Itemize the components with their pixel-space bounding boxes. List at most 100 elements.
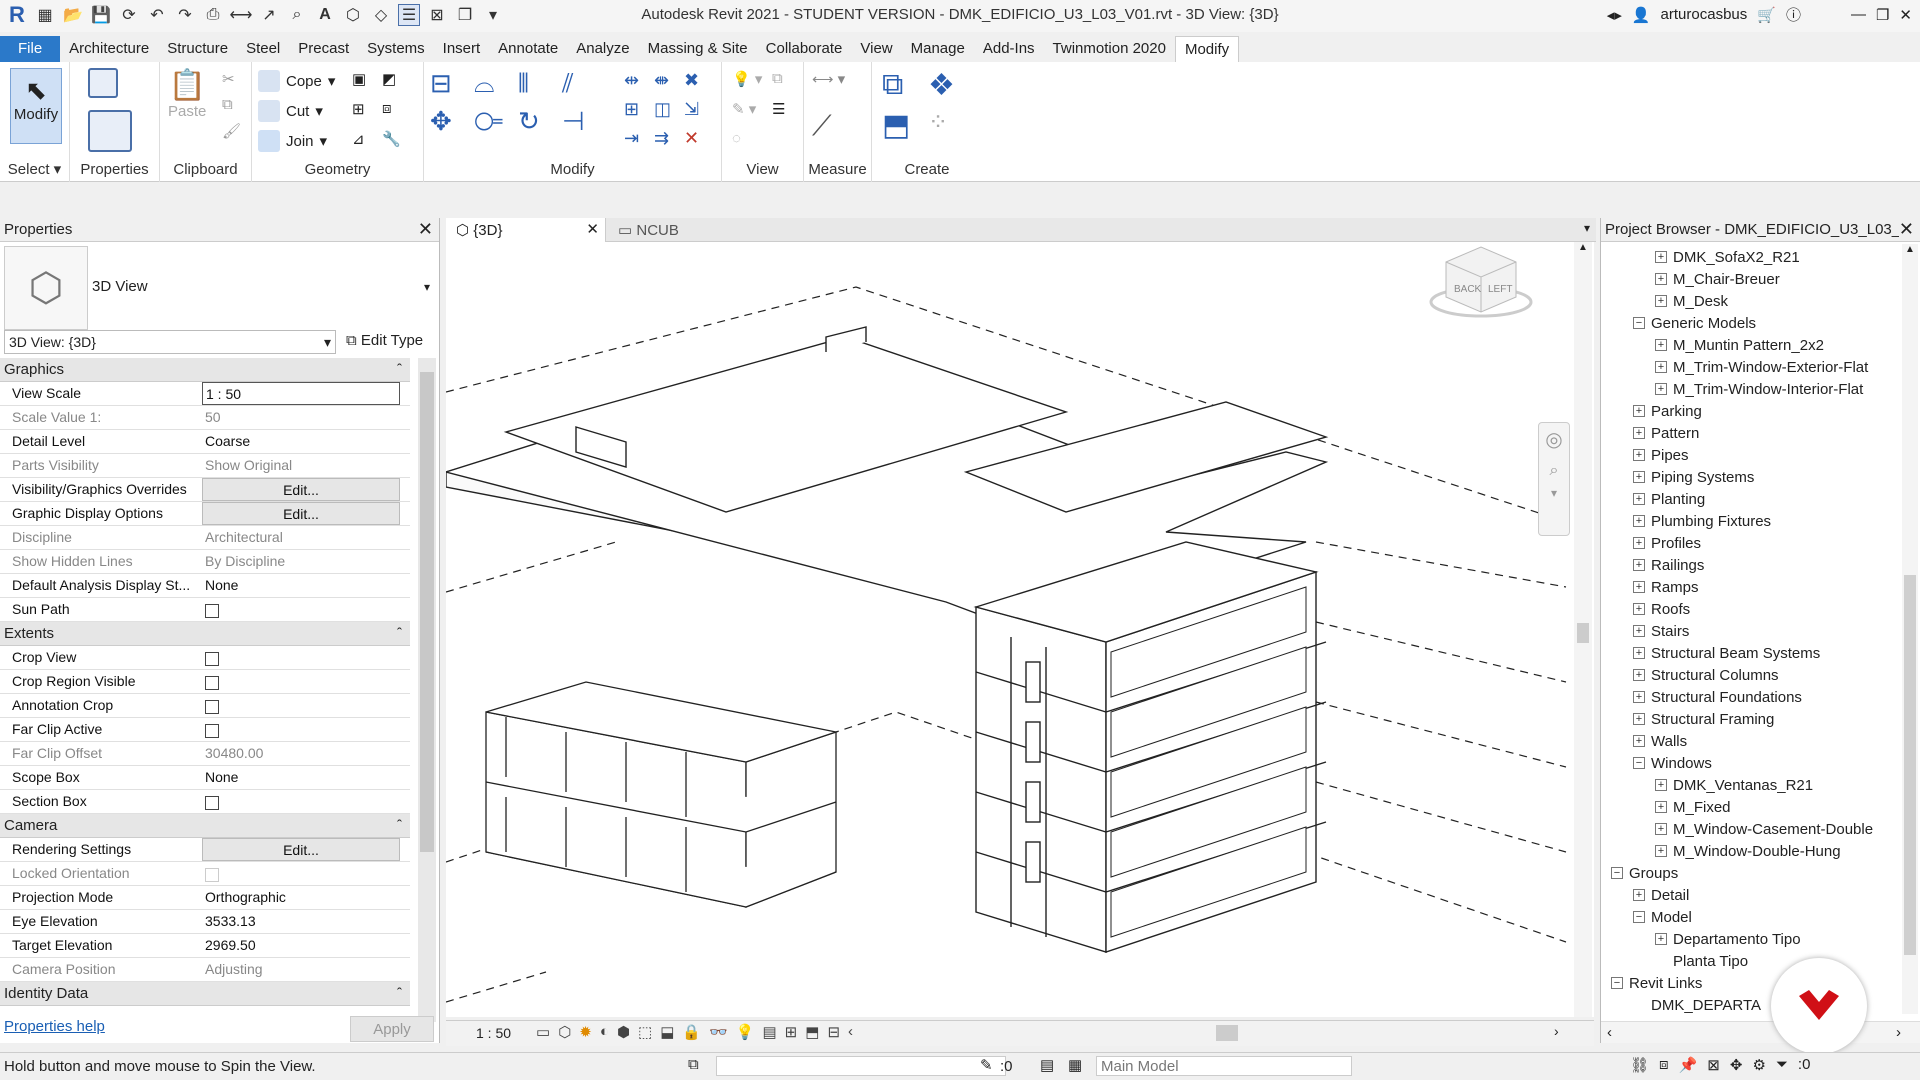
background-processes-icon[interactable]: ⚙ [1752,1056,1765,1074]
scroll-up-icon[interactable]: ▲ [1574,242,1592,253]
property-value[interactable]: Orthographic [202,886,400,909]
browser-item[interactable]: − Revit Links [1611,972,1702,994]
override-icon[interactable]: ✎ ▾ [732,100,756,118]
checkbox[interactable] [205,652,219,666]
cope-button[interactable]: Cope ▾ [258,70,335,92]
type-selector-image[interactable]: ⬡ [4,246,88,330]
property-value[interactable]: 2969.50 [202,934,400,957]
tab-systems[interactable]: Systems [358,36,434,62]
browser-item[interactable]: + Structural Columns [1633,664,1779,686]
select-links-icon[interactable]: ⛓ [1630,1056,1649,1074]
expand-icon[interactable]: + [1655,801,1667,813]
browser-item[interactable]: + DMK_SofaX2_R21 [1655,246,1800,268]
aligned-dimension-icon[interactable]: ⟋ [812,110,832,143]
browser-item[interactable]: + DMK_Ventanas_R21 [1655,774,1813,796]
type-selector-name[interactable]: 3D View [92,278,148,295]
category-graphics[interactable]: Graphics ˆ [0,358,410,382]
browser-scroll-thumb[interactable] [1904,575,1916,955]
collapse-icon[interactable]: ˆ [397,817,402,834]
constraints-icon[interactable]: ⊟ [827,1023,840,1041]
expand-icon[interactable]: + [1655,361,1667,373]
close-window-icon[interactable]: ✕ [1899,6,1912,24]
browser-item[interactable]: + Structural Beam Systems [1633,642,1820,664]
tab-3d[interactable]: ⬡ {3D} ✕ [446,218,606,242]
select-dropdown[interactable]: Select ▾ [0,160,69,178]
browser-item[interactable]: + M_Chair-Breuer [1655,268,1780,290]
expand-icon[interactable]: + [1633,889,1645,901]
tab-massing-site[interactable]: Massing & Site [639,36,757,62]
demolish-icon[interactable]: ⊿ [352,130,365,148]
trim-icon[interactable]: ⊣ [562,106,606,138]
tab-collaborate[interactable]: Collaborate [757,36,852,62]
workset-select[interactable] [716,1056,1006,1076]
horizontal-scroll-thumb[interactable] [1216,1025,1238,1041]
checkbox[interactable] [205,604,219,618]
editable-icon[interactable]: ✎ [980,1056,993,1074]
category-identity[interactable]: Identity Data ˆ [0,982,410,1006]
browser-item[interactable]: Planta Tipo [1655,950,1748,972]
cut-clipboard-icon[interactable]: ✂ [222,70,235,88]
property-value[interactable]: None [202,574,400,597]
browser-item[interactable]: + Plumbing Fixtures [1633,510,1771,532]
tab-precast[interactable]: Precast [289,36,358,62]
close-browser-icon[interactable]: ✕ [1898,219,1914,240]
browser-item[interactable]: − Generic Models [1633,312,1756,334]
browser-item[interactable]: + Roofs [1633,598,1690,620]
property-value[interactable]: Edit... [202,478,400,501]
hide-icon[interactable]: 💡 ▾ [732,70,762,88]
show-crop-icon[interactable]: ⬓ [660,1023,674,1041]
match-type-icon[interactable]: 🖌 [222,122,241,140]
split-face-icon[interactable]: ▣ [352,70,366,88]
restore-icon[interactable]: ❐ [1876,6,1889,24]
view-scale-control[interactable]: 1 : 50 [476,1025,511,1041]
browser-item[interactable]: + Profiles [1633,532,1701,554]
array-icon[interactable]: ⊞ [624,99,654,120]
checkbox[interactable] [205,676,219,690]
copy-icon[interactable]: ⧉ [222,96,233,113]
crop-view-icon[interactable]: ⬚ [638,1023,652,1041]
collapse-icon[interactable]: ˆ [397,361,402,378]
checkbox[interactable] [205,724,219,738]
category-extents[interactable]: Extents ˆ [0,622,410,646]
collapse-icon[interactable]: − [1611,867,1623,879]
expand-icon[interactable]: + [1633,449,1645,461]
close-properties-icon[interactable]: ✕ [418,219,433,240]
user-icon[interactable]: 👤 [1632,6,1651,24]
browser-item[interactable]: + M_Fixed [1655,796,1731,818]
collapse-icon[interactable]: − [1633,757,1645,769]
checkbox[interactable] [205,796,219,810]
trim-multiple-icon[interactable]: ⇥ [624,128,654,149]
tab-analyze[interactable]: Analyze [567,36,638,62]
select-pinned-icon[interactable]: 📌 [1679,1056,1698,1074]
help-icon[interactable]: ⓘ [1786,4,1801,25]
lock-view-icon[interactable]: 🔒 [682,1023,701,1041]
visual-style-icon[interactable]: ⬡ [558,1023,571,1041]
property-value[interactable]: None [202,766,400,789]
design-option-select[interactable]: Main Model [1096,1056,1352,1076]
browser-item[interactable]: + Railings [1633,554,1704,576]
expand-icon[interactable]: + [1633,427,1645,439]
pin-icon[interactable]: ⇲ [684,99,714,120]
expand-icon[interactable]: + [1633,515,1645,527]
temp-props-icon[interactable]: ▤ [762,1023,776,1041]
properties-scroll-thumb[interactable] [420,372,434,852]
property-value[interactable]: Edit... [202,838,400,861]
detail-level-icon[interactable]: ▭ [536,1023,550,1041]
tab-steel[interactable]: Steel [237,36,289,62]
browser-item[interactable]: + Parking [1633,400,1702,422]
expand-icon[interactable]: + [1633,537,1645,549]
info-center-icon[interactable]: ◂▸ [1607,6,1622,24]
remove-paint-icon[interactable]: 🔧 [382,130,401,148]
expand-icon[interactable]: + [1633,493,1645,505]
expand-icon[interactable]: + [1633,603,1645,615]
copy-modify-icon[interactable]: ⧃ [474,106,518,138]
3d-viewport[interactable]: BACK LEFT ◎ ⌕ ▾ ▲ [446,242,1594,1017]
temp-hide-icon[interactable]: 👓 [709,1023,728,1041]
close-tab-icon[interactable]: ✕ [586,220,599,238]
cart-icon[interactable]: 🛒 [1757,6,1776,24]
browser-scroll-up-icon[interactable]: ▲ [1902,244,1918,255]
tab-ncub[interactable]: ▭ NCUB [608,218,728,242]
expand-icon[interactable]: + [1655,295,1667,307]
expand-icon[interactable]: + [1633,405,1645,417]
tab-add-ins[interactable]: Add-Ins [974,36,1044,62]
